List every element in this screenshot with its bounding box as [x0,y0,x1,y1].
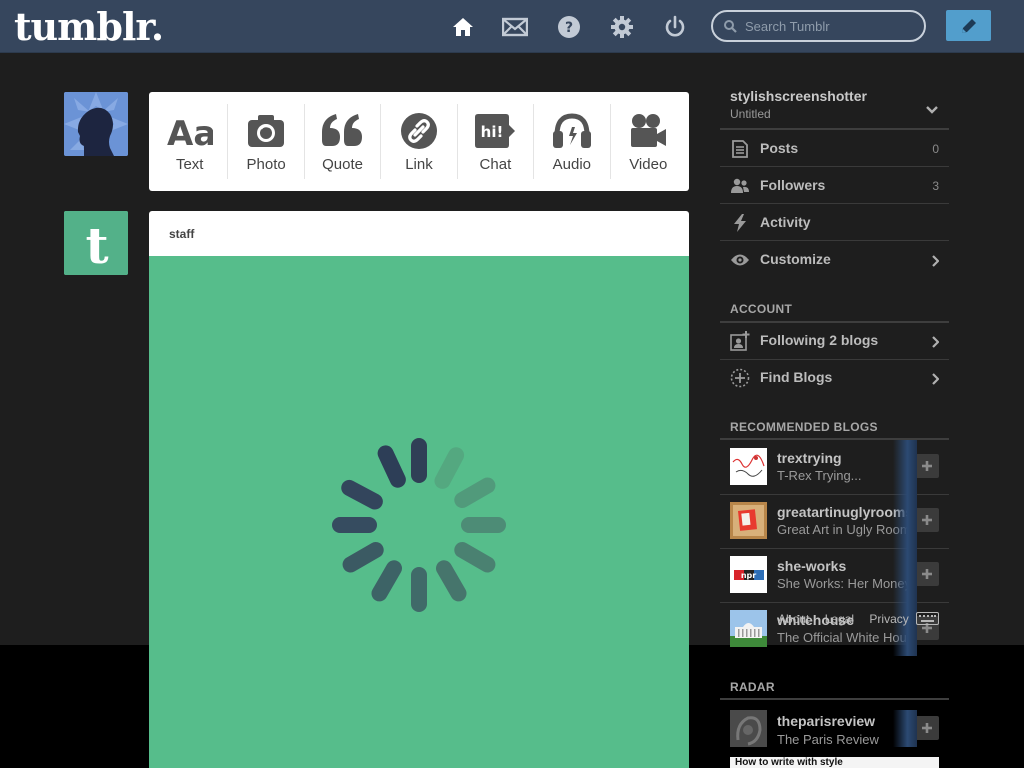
blog-thumbnail [730,610,767,647]
blog-menu-chevron-down-icon[interactable] [926,102,938,120]
tumblr-logo[interactable]: tumblr. [14,4,164,49]
sidebar-item-activity[interactable]: Activity [720,204,949,241]
compose-post-button[interactable] [946,10,991,41]
footer-privacy-link[interactable]: Privacy [869,612,908,626]
home-icon[interactable] [450,14,476,40]
loading-spinner-icon [332,438,506,612]
footer-links: About Legal Privacy [778,612,921,626]
sidebar-item-find-blogs[interactable]: Find Blogs [720,359,949,396]
follow-plus-button[interactable] [915,508,939,532]
video-camera-icon [631,114,667,147]
blog-thumbnail [730,502,767,539]
blog-thumbnail [730,710,767,747]
text-aa-icon: Aa [167,114,213,151]
svg-text:npr: npr [741,571,756,580]
chevron-right-icon [931,254,940,272]
chevron-right-icon [931,335,940,353]
quote-marks-icon [321,114,362,146]
post-type-link[interactable]: Link [381,104,458,179]
blog-thumbnail [730,448,767,485]
footer-about-link[interactable]: About [778,612,809,626]
settings-gear-icon[interactable] [609,14,635,40]
link-icon [400,113,437,149]
sidebar-item-followers[interactable]: Followers 3 [720,167,949,204]
sidebar-item-customize[interactable]: Customize [720,241,949,278]
follow-plus-button[interactable] [915,716,939,740]
customize-eye-icon [730,251,750,269]
blog-title: Untitled [730,107,771,121]
account-heading: ACCOUNT [730,302,793,316]
post-type-photo[interactable]: Photo [228,104,305,179]
post-type-video[interactable]: Video [611,104,686,179]
camera-icon [248,115,285,147]
followers-count: 3 [932,179,939,193]
post-type-audio[interactable]: Audio [534,104,611,179]
posts-count: 0 [932,142,939,156]
scroll-fade [893,710,917,747]
sidebar-item-following[interactable]: Following 2 blogs [720,322,949,359]
svg-text:Aa: Aa [167,114,213,151]
keyboard-icon[interactable] [916,612,939,630]
post-author-link[interactable]: staff [169,227,194,241]
headphones-icon [552,113,591,148]
radar-post-preview[interactable]: How to write with style [730,757,939,768]
staff-avatar[interactable]: t [64,211,128,275]
blog-name[interactable]: stylishscreenshotter [730,88,867,104]
search-box [711,10,926,42]
sidebar-item-posts[interactable]: Posts 0 [720,130,949,167]
search-input[interactable] [745,17,915,35]
following-add-person-icon [730,331,750,351]
activity-lightning-icon [730,214,750,232]
search-icon [724,20,737,33]
recommended-blogs-heading: RECOMMENDED BLOGS [730,420,878,434]
svg-text:hi!: hi! [481,123,504,141]
mail-icon[interactable] [502,14,528,40]
top-header: tumblr. ? [0,0,1024,53]
follow-plus-button[interactable] [915,454,939,478]
blog-thumbnail: npr [730,556,767,593]
chat-bubble-icon: hi! [475,114,516,148]
user-avatar[interactable] [64,92,128,156]
pencil-icon [961,18,976,33]
footer-legal-link[interactable]: Legal [825,612,854,626]
posts-document-icon [730,140,750,158]
divider [720,698,949,700]
post-header: staff [149,211,689,256]
chevron-right-icon [931,372,940,390]
post-type-bar: Aa Text Photo Quote Link hi! Chat Audio … [149,92,689,191]
post-media [149,256,689,768]
svg-text:?: ? [565,20,573,36]
post-type-quote[interactable]: Quote [305,104,382,179]
post-type-text[interactable]: Aa Text [152,104,229,179]
followers-people-icon [730,177,750,195]
logout-power-icon[interactable] [662,14,688,40]
post-type-chat[interactable]: hi! Chat [458,104,535,179]
svg-text:t: t [85,216,108,275]
help-icon[interactable]: ? [556,14,582,40]
find-blogs-compass-icon [730,368,750,388]
follow-plus-button[interactable] [915,562,939,586]
radar-heading: RADAR [730,680,775,694]
